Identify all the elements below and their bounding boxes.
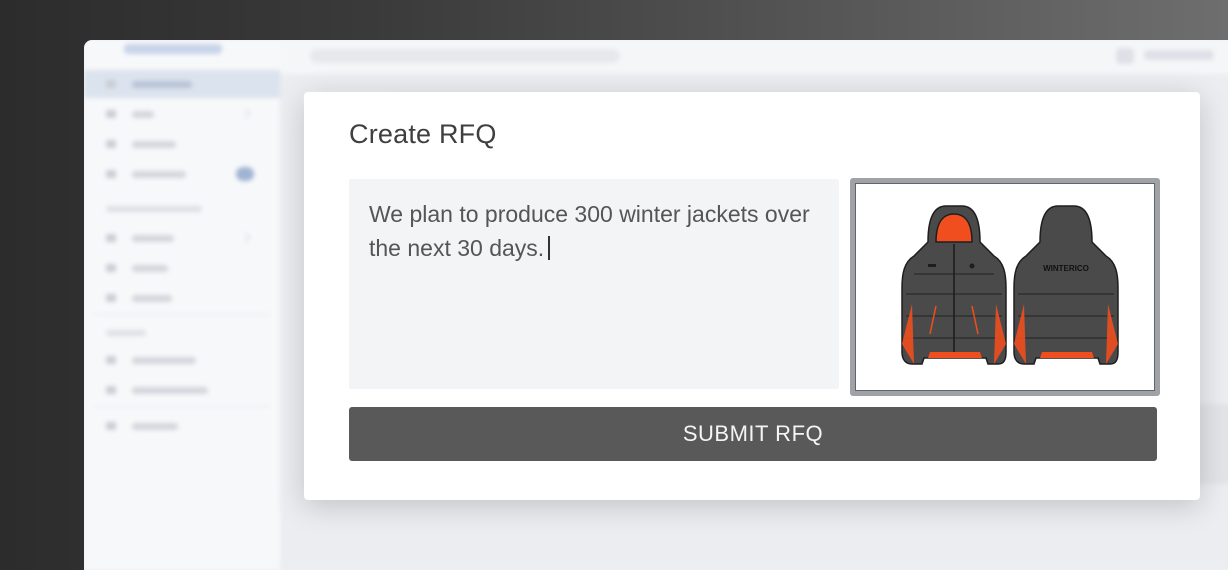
- background-sidebar-item: [84, 254, 280, 282]
- background-sidebar-item: [84, 412, 280, 440]
- rfq-description-textarea[interactable]: We plan to produce 300 winter jackets ov…: [349, 179, 839, 389]
- background-sidebar: [84, 40, 281, 570]
- create-rfq-modal: Create RFQ We plan to produce 300 winter…: [304, 92, 1200, 500]
- rfq-description-value: We plan to produce 300 winter jackets ov…: [369, 201, 817, 261]
- background-user-menu: [1144, 50, 1214, 60]
- background-logo: [124, 44, 222, 54]
- background-sidebar-item: [84, 130, 280, 158]
- background-search: [310, 49, 620, 63]
- background-sidebar-divider: [94, 406, 270, 407]
- background-sidebar-item: [84, 70, 280, 98]
- jacket-brand-text: WINTERICO: [1043, 264, 1089, 273]
- background-topbar-icon: [1116, 48, 1134, 64]
- jacket-illustration: WINTERICO: [901, 205, 1119, 365]
- background-sidebar-divider: [94, 314, 270, 315]
- background-sidebar-item: [84, 224, 280, 252]
- background-sidebar-item: [84, 100, 280, 128]
- background-topbar: [280, 40, 1228, 75]
- background-sidebar-item: [84, 160, 280, 188]
- modal-title: Create RFQ: [349, 119, 497, 149]
- jacket-back: WINTERICO: [1013, 205, 1119, 365]
- jacket-front: [901, 205, 1007, 365]
- background-sidebar-item: [84, 346, 280, 374]
- background-sidebar-section: [106, 330, 146, 336]
- background-sidebar-item: [84, 284, 280, 312]
- background-sidebar-item: [84, 376, 280, 404]
- text-cursor: [548, 236, 551, 260]
- jacket-image: WINTERICO: [855, 183, 1155, 391]
- background-sidebar-section: [106, 206, 202, 212]
- submit-rfq-button[interactable]: SUBMIT RFQ: [349, 407, 1157, 461]
- jacket-image-thumbnail[interactable]: WINTERICO: [850, 178, 1160, 396]
